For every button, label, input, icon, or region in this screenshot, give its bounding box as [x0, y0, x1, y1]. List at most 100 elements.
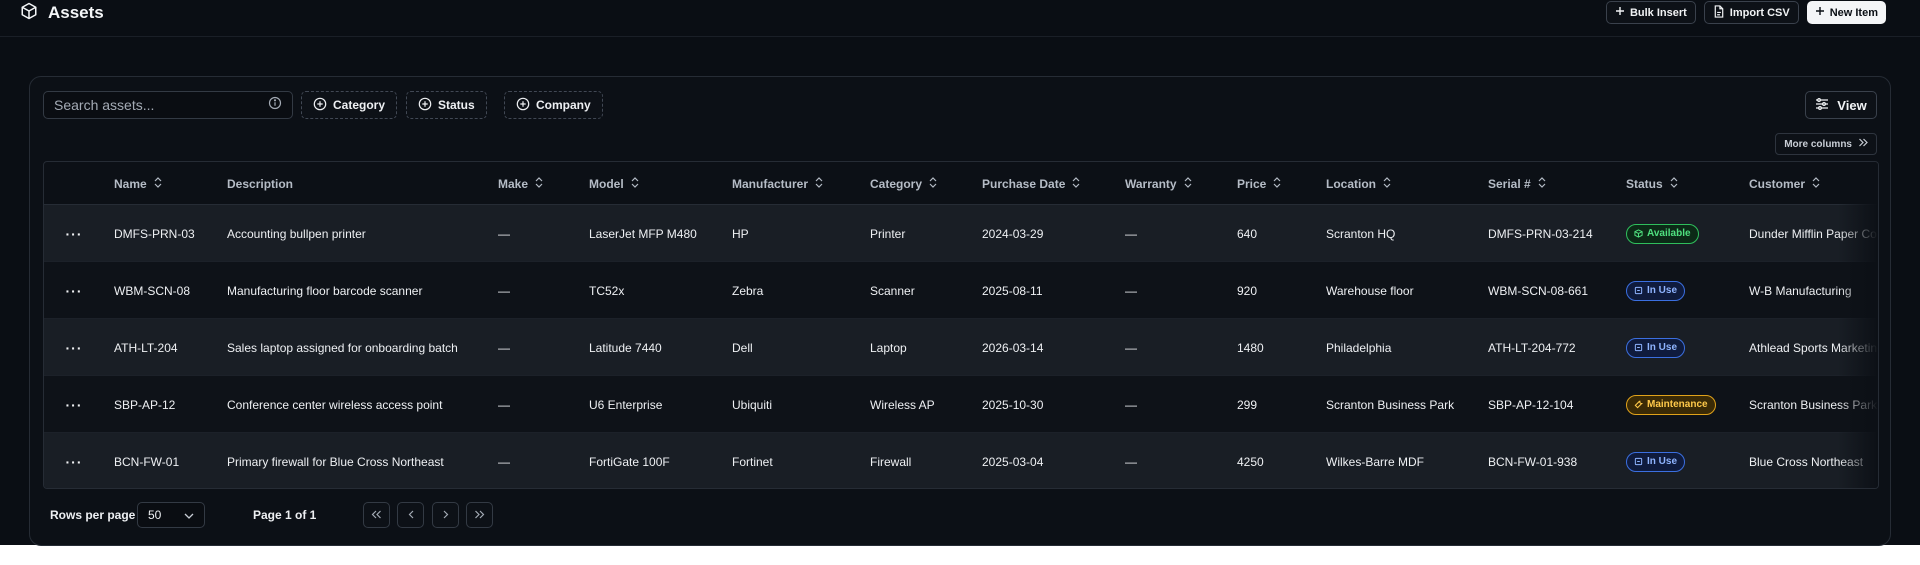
chevrons-up-down-icon [1273, 176, 1281, 191]
cell-location: Philadelphia [1326, 340, 1392, 355]
bulk-insert-label: Bulk Insert [1629, 6, 1687, 19]
cell-customer: Scranton Business Park [1749, 397, 1878, 412]
cell-customer: Dunder Mifflin Paper Co [1749, 226, 1877, 241]
cell-customer: W-B Manufacturing [1749, 283, 1852, 298]
assets-table: Name Description Make Model Manufacturer… [43, 161, 1879, 489]
app-title: Assets [20, 2, 104, 24]
column-header-make[interactable]: Make [498, 162, 543, 205]
column-header-model[interactable]: Model [589, 162, 639, 205]
plus-circle-icon [516, 97, 530, 114]
status-badge-label: In Use [1647, 285, 1678, 296]
filter-company-button[interactable]: Company [504, 91, 603, 119]
column-header-label: Purchase Date [982, 176, 1066, 191]
previous-page-button[interactable] [397, 502, 424, 528]
page-info: Page 1 of 1 [253, 508, 317, 522]
import-csv-button[interactable]: Import CSV [1703, 1, 1799, 24]
cell-serial: ATH-LT-204-772 [1488, 340, 1576, 355]
cell-customer: Athlead Sports Marketing [1749, 340, 1879, 355]
search-box[interactable] [43, 91, 293, 119]
cell-status: In Use [1626, 319, 1686, 376]
table-row[interactable]: ··· ATH-LT-204 Sales laptop assigned for o… [44, 319, 1878, 376]
row-actions-menu-icon[interactable]: ··· [64, 262, 84, 319]
column-header-location[interactable]: Location [1326, 162, 1391, 205]
cell-description: Sales laptop assigned for onboarding bat… [227, 340, 458, 355]
cell-name: BCN-FW-01 [114, 454, 180, 469]
page-title: Assets [48, 3, 104, 22]
row-actions-menu-icon[interactable]: ··· [64, 433, 84, 488]
cell-make: — [498, 454, 510, 469]
cell-description: Accounting bullpen printer [227, 226, 366, 241]
cell-category: Wireless AP [870, 397, 935, 412]
cell-manufacturer: Dell [732, 340, 753, 355]
status-badge-label: Maintenance [1647, 399, 1708, 410]
more-columns-button[interactable]: More columns [1775, 133, 1877, 155]
status-badge-label: Available [1647, 228, 1691, 239]
column-header-name[interactable]: Name [114, 162, 162, 205]
rows-per-page-select[interactable]: 50 [137, 502, 205, 528]
column-header-customer[interactable]: Customer [1749, 162, 1820, 205]
filter-company-label: Company [536, 98, 591, 112]
chevrons-up-down-icon [154, 176, 162, 191]
last-page-button[interactable] [466, 502, 493, 528]
square-icon [1634, 457, 1643, 466]
cell-manufacturer: Fortinet [732, 454, 773, 469]
cell-category: Printer [870, 226, 906, 241]
search-input[interactable] [54, 97, 268, 113]
table-row[interactable]: ··· DMFS-PRN-03 Accounting bullpen printer… [44, 205, 1878, 262]
cell-price: 299 [1237, 397, 1258, 412]
next-page-button[interactable] [432, 502, 459, 528]
column-header-price[interactable]: Price [1237, 162, 1281, 205]
status-badge: In Use [1626, 337, 1686, 358]
cell-name: WBM-SCN-08 [114, 283, 191, 298]
status-badge: In Use [1626, 280, 1686, 301]
column-header-label: Category [870, 176, 923, 191]
table-row[interactable]: ··· BCN-FW-01 Primary firewall for Blue Cr… [44, 433, 1878, 488]
table-row[interactable]: ··· SBP-AP-12 Conference center wireless a… [44, 376, 1878, 433]
status-badge: Available [1626, 223, 1699, 244]
status-badge: Maintenance [1626, 394, 1716, 415]
column-header-label: Make [498, 176, 529, 191]
header-actions: Bulk Insert Import CSV New Item [1605, 1, 1886, 24]
cell-status: In Use [1626, 433, 1686, 488]
row-actions-menu-icon[interactable]: ··· [64, 319, 84, 376]
column-header-description: Description [227, 162, 293, 205]
cell-purchase-date: 2024-03-29 [982, 226, 1044, 241]
first-page-button[interactable] [363, 502, 390, 528]
table-row[interactable]: ··· WBM-SCN-08 Manufacturing floor barcode… [44, 262, 1878, 319]
status-badge: In Use [1626, 451, 1686, 472]
view-button[interactable]: View [1805, 91, 1877, 119]
cell-location: Scranton HQ [1326, 226, 1396, 241]
chevrons-up-down-icon [1538, 176, 1546, 191]
row-actions-menu-icon[interactable]: ··· [64, 376, 84, 433]
new-item-button[interactable]: New Item [1806, 1, 1886, 24]
plus-icon [1615, 6, 1625, 19]
cell-model: Latitude 7440 [589, 340, 662, 355]
column-header-purchase-date[interactable]: Purchase Date [982, 162, 1080, 205]
column-header-serial[interactable]: Serial # [1488, 162, 1546, 205]
view-label: View [1837, 97, 1867, 113]
filter-status-button[interactable]: Status [406, 91, 487, 119]
chevrons-up-down-icon [1184, 176, 1192, 191]
column-header-label: Manufacturer [732, 176, 809, 191]
filter-category-button[interactable]: Category [301, 91, 398, 119]
cell-name: DMFS-PRN-03 [114, 226, 195, 241]
cell-warranty: — [1125, 397, 1137, 412]
row-actions-menu-icon[interactable]: ··· [64, 205, 84, 262]
cell-model: TC52x [589, 283, 625, 298]
column-header-warranty[interactable]: Warranty [1125, 162, 1192, 205]
cell-description: Conference center wireless access point [227, 397, 443, 412]
cell-purchase-date: 2025-08-11 [982, 283, 1043, 298]
cell-price: 1480 [1237, 340, 1264, 355]
column-header-label: Model [589, 176, 624, 191]
info-icon[interactable] [268, 96, 282, 115]
cell-manufacturer: Zebra [732, 283, 764, 298]
bulk-insert-button[interactable]: Bulk Insert [1605, 1, 1696, 24]
more-columns-label: More columns [1784, 138, 1852, 150]
column-header-status[interactable]: Status [1626, 162, 1678, 205]
column-header-category[interactable]: Category [870, 162, 937, 205]
plus-circle-icon [313, 97, 327, 114]
pagination-bar: Rows per page 50 Page 1 of 1 [30, 495, 1890, 535]
chevrons-up-down-icon [1072, 176, 1080, 191]
cell-make: — [498, 397, 510, 412]
column-header-manufacturer[interactable]: Manufacturer [732, 162, 823, 205]
